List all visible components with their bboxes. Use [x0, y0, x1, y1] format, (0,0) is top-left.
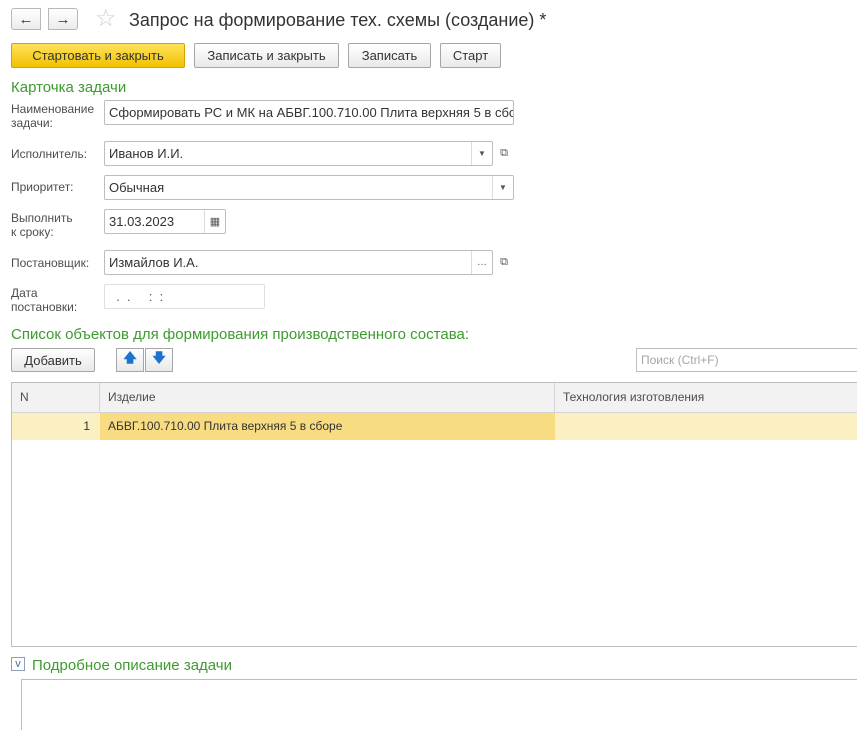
chevron-down-icon[interactable]: ▼ [471, 142, 492, 165]
task-name-field[interactable]: Сформировать РС и МК на АБВГ.100.710.00 … [104, 100, 514, 125]
setter-field[interactable]: Измайлов И.А. … [104, 250, 493, 275]
setter-label: Постановщик: [11, 256, 90, 270]
column-header-technology[interactable]: Технология изготовления [555, 383, 857, 412]
save-and-close-button[interactable]: Записать и закрыть [194, 43, 339, 68]
open-setter-icon[interactable]: ⧉ [496, 254, 512, 270]
arrow-up-icon: 🡅 [123, 350, 137, 365]
table-row[interactable]: 1 АБВГ.100.710.00 Плита верхняя 5 в сбор… [12, 413, 857, 440]
start-button[interactable]: Старт [440, 43, 501, 68]
task-name-label: Наименование задачи: [11, 102, 95, 130]
move-down-button[interactable]: 🡇 [145, 348, 173, 372]
calendar-icon[interactable]: ▦ [204, 210, 225, 233]
priority-label: Приоритет: [11, 180, 74, 194]
column-header-n[interactable]: N [12, 383, 100, 412]
open-executor-icon[interactable]: ⧉ [496, 145, 512, 161]
favorite-star-icon[interactable]: ☆ [95, 6, 117, 32]
arrow-left-icon: ← [18, 10, 34, 28]
chevron-down-icon[interactable]: ▼ [492, 176, 513, 199]
setdate-label: Дата постановки: [11, 286, 78, 314]
collapse-chevron-icon[interactable]: v [11, 657, 25, 671]
back-button[interactable]: ← [11, 8, 41, 30]
page-title: Запрос на формирование тех. схемы (созда… [129, 10, 547, 30]
arrow-right-icon: → [55, 10, 71, 28]
forward-button[interactable]: → [48, 8, 78, 30]
setdate-field: . . : : [104, 284, 265, 309]
executor-field[interactable]: Иванов И.И. ▼ [104, 141, 493, 166]
column-header-item[interactable]: Изделие [100, 383, 555, 412]
description-textarea[interactable] [21, 679, 857, 730]
row-number: 1 [83, 419, 90, 433]
add-button[interactable]: Добавить [11, 348, 95, 372]
search-input[interactable]: Поиск (Ctrl+F) [636, 348, 857, 372]
objects-section-title: Список объектов для формирования произво… [11, 326, 469, 343]
deadline-label: Выполнить к сроку: [11, 211, 73, 239]
priority-select[interactable]: Обычная ▼ [104, 175, 514, 200]
executor-label: Исполнитель: [11, 147, 88, 161]
move-up-button[interactable]: 🡅 [116, 348, 144, 372]
ellipsis-icon[interactable]: … [471, 251, 492, 274]
save-button[interactable]: Записать [348, 43, 431, 68]
deadline-date-field[interactable]: 31.03.2023 ▦ [104, 209, 226, 234]
row-technology[interactable] [555, 413, 857, 440]
objects-table[interactable]: N Изделие Технология изготовления 1 АБВГ… [11, 382, 857, 647]
start-and-close-button[interactable]: Стартовать и закрыть [11, 43, 185, 68]
row-item[interactable]: АБВГ.100.710.00 Плита верхняя 5 в сборе [100, 413, 555, 440]
card-section-title: Карточка задачи [11, 79, 127, 96]
table-header: N Изделие Технология изготовления [12, 383, 857, 413]
arrow-down-icon: 🡇 [152, 350, 166, 365]
description-section-title[interactable]: Подробное описание задачи [32, 657, 232, 674]
